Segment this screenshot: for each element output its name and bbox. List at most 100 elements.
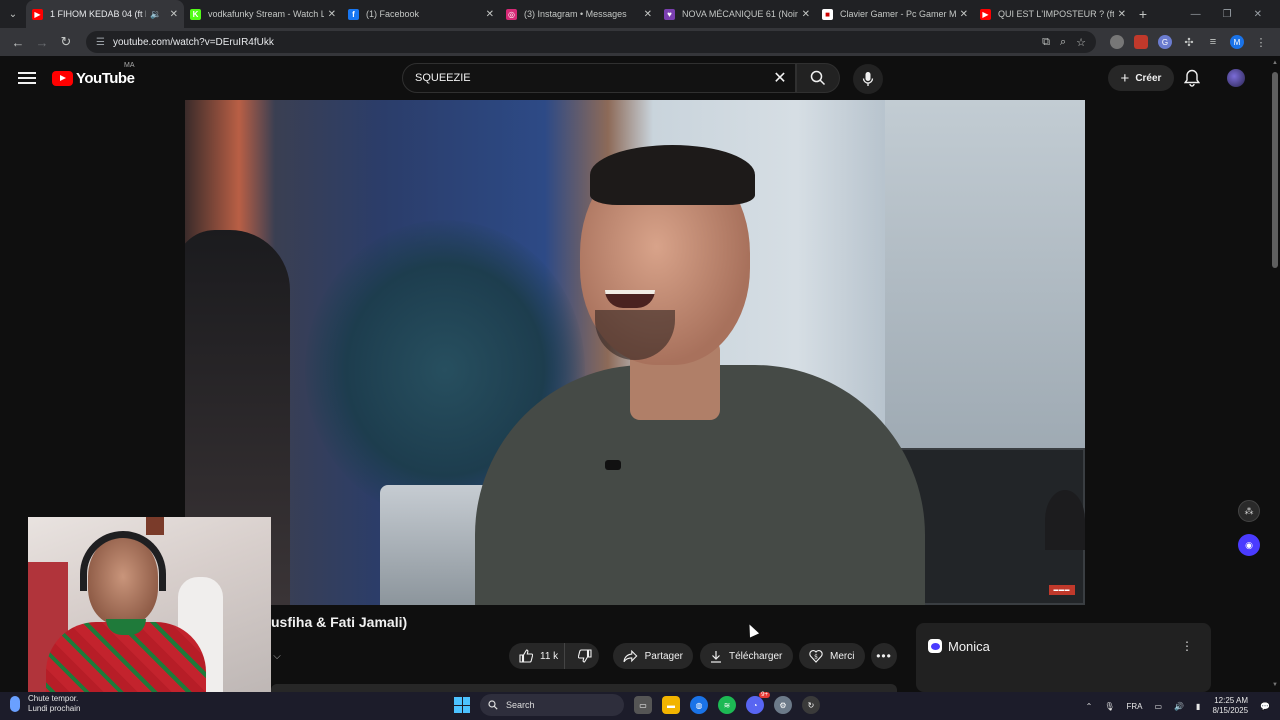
youtube-logo[interactable]: YouTube MA [52,62,135,87]
share-button[interactable]: Partager [613,643,693,669]
more-actions-button[interactable]: ••• [871,643,897,669]
microphone-icon[interactable]: 🎙 [1104,702,1114,711]
file-explorer-icon[interactable]: ▬ [662,696,680,714]
like-count: 11 k [540,650,559,662]
address-bar[interactable]: ☰ youtube.com/watch?v=DEruIR4fUkk ⧉ ⌕ ☆ [86,31,1096,53]
search-input[interactable]: SQUEEZIE ✕ [402,63,796,93]
zoom-icon[interactable]: ⌕ [1060,36,1066,49]
download-label: Télécharger [729,650,783,662]
scroll-up-icon[interactable]: ▲ [1272,60,1278,66]
network-icon[interactable]: ▭ [1155,702,1163,711]
reload-button[interactable]: ↻ [54,30,78,54]
monica-more-icon[interactable]: ⋮ [1181,639,1193,653]
discord-icon[interactable]: ◔ 9+ [746,692,770,714]
cast-icon[interactable]: ⧉ [1042,36,1050,49]
mouse-cursor [744,622,760,638]
browser-tab[interactable]: ▶ QUI EST L'IMPOSTEUR ? (ft Eric ✕ [974,0,1132,28]
close-tab-icon[interactable]: ✕ [960,9,968,20]
chrome-app-icon[interactable]: ◍ [690,696,708,714]
video-player[interactable]: ▬▬▬ [185,100,1085,605]
close-tab-icon[interactable]: ✕ [328,9,336,20]
floating-side-icons: ⁂ ◉ [1238,500,1266,568]
new-tab-button[interactable]: + [1132,6,1154,22]
weather-line1: Chute tempor. [28,694,79,703]
browser-tab[interactable]: ▶ 1 FIHOM KEDAB 04 (ft Mon 🔉 ✕ [26,0,184,28]
site-info-icon[interactable]: ☰ [96,37,105,48]
monica-float-icon[interactable]: ◉ [1238,534,1260,556]
browser-tab[interactable]: ♥ NOVA MÉCANIQUE 61 (Noir) - ✕ [658,0,816,28]
tab-title: 1 FIHOM KEDAB 04 (ft Mon [50,9,146,19]
description-box[interactable] [271,684,897,692]
like-button[interactable]: 11 k [509,643,565,669]
language-indicator[interactable]: FRA [1127,702,1143,711]
close-tab-icon[interactable]: ✕ [802,9,810,20]
thanks-label: Merci [830,650,855,662]
thumbs-up-icon [519,649,533,663]
notification-center-icon[interactable]: 💬 [1260,702,1270,711]
clear-search-icon[interactable]: ✕ [765,68,795,88]
back-button[interactable]: ← [6,30,30,54]
weather-widget[interactable]: Chute tempor. Lundi prochain [10,694,80,714]
create-button[interactable]: + Créer [1108,65,1174,91]
thanks-button[interactable]: $ Merci [799,643,865,669]
tray-overflow-icon[interactable]: ⌃ [1086,702,1093,711]
page-scrollbar[interactable]: ▲ ▼ [1270,56,1280,692]
tab-title: vodkafunky Stream - Watch Li [208,9,324,19]
weather-line2: Lundi prochain [28,704,81,713]
restore-icon[interactable]: ❐ [1223,9,1232,20]
clock[interactable]: 12:25 AM 8/15/2025 [1212,696,1248,716]
system-tray: ⌃ 🎙 FRA ▭ 🔊 ▮ 12:25 AM 8/15/2025 💬 [1086,692,1270,720]
app-icon[interactable]: ↻ [802,696,820,714]
chrome-menu-icon[interactable]: ⋮ [1254,35,1268,49]
scrollbar-thumb[interactable] [1272,72,1278,268]
video-title: usfiha & Fati Jamali) [271,614,408,630]
search-button[interactable] [796,63,840,93]
scroll-down-icon[interactable]: ▼ [1272,682,1278,688]
download-button[interactable]: Télécharger [700,643,793,669]
close-tab-icon[interactable]: ✕ [170,9,178,20]
translate-extension-icon[interactable]: G [1158,35,1172,49]
extensions-area: G ✣ ≡ M ⋮ [1110,35,1268,49]
bookmark-star-icon[interactable]: ☆ [1076,36,1086,49]
tab-search-icon[interactable]: ⌄ [0,0,26,28]
youtube-play-icon [52,70,73,86]
url-text: youtube.com/watch?v=DEruIR4fUkk [112,36,274,48]
extension-icon[interactable] [1134,35,1148,49]
close-tab-icon[interactable]: ✕ [644,9,652,20]
taskbar-search[interactable]: Search [480,694,624,716]
battery-icon[interactable]: ▮ [1196,702,1200,711]
clock-time: 12:25 AM [1214,696,1249,705]
menu-icon[interactable] [18,72,36,84]
account-avatar[interactable] [1227,69,1245,87]
minimize-icon[interactable]: — [1191,9,1201,20]
browser-tab[interactable]: f (1) Facebook ✕ [342,0,500,28]
close-tab-icon[interactable]: ✕ [486,9,494,20]
dislike-button[interactable] [572,649,599,663]
spotify-icon[interactable]: ≋ [718,696,736,714]
window-controls: — ❐ ✕ [1191,0,1280,28]
chevron-down-icon[interactable]: ⌵ [266,646,288,666]
assistant-shortcut-icon[interactable]: ⁂ [1238,500,1260,522]
tab-audio-icon[interactable]: 🔉 [150,9,161,20]
browser-tab[interactable]: Kvodkafunky Stream - Watch Li ✕ [184,0,342,28]
media-control-icon[interactable]: ≡ [1206,35,1220,49]
windows-start-icon[interactable] [454,697,470,713]
extensions-puzzle-icon[interactable]: ✣ [1182,35,1196,49]
settings-gear-icon[interactable]: ⚙ [774,696,792,714]
volume-icon[interactable]: 🔊 [1174,702,1184,711]
task-view-icon[interactable]: ▭ [634,696,652,714]
forward-button[interactable]: → [30,30,54,54]
close-window-icon[interactable]: ✕ [1254,9,1262,20]
close-tab-icon[interactable]: ✕ [1118,9,1126,20]
browser-tab[interactable]: ◎ (3) Instagram • Messages ✕ [500,0,658,28]
notifications-bell-icon[interactable] [1183,69,1201,92]
tab-title: QUI EST L'IMPOSTEUR ? (ft Eric [998,9,1114,19]
extension-icon[interactable] [1110,35,1124,49]
browser-tab[interactable]: ■ Clavier Gamer - Pc Gamer Mar ✕ [816,0,974,28]
tab-favicon-icon: ■ [822,8,833,20]
plus-icon: + [1120,69,1130,87]
voice-search-button[interactable] [853,64,883,94]
thumbs-down-icon [578,649,592,663]
profile-avatar[interactable]: M [1230,35,1244,49]
video-scene-mascot [1045,490,1085,550]
